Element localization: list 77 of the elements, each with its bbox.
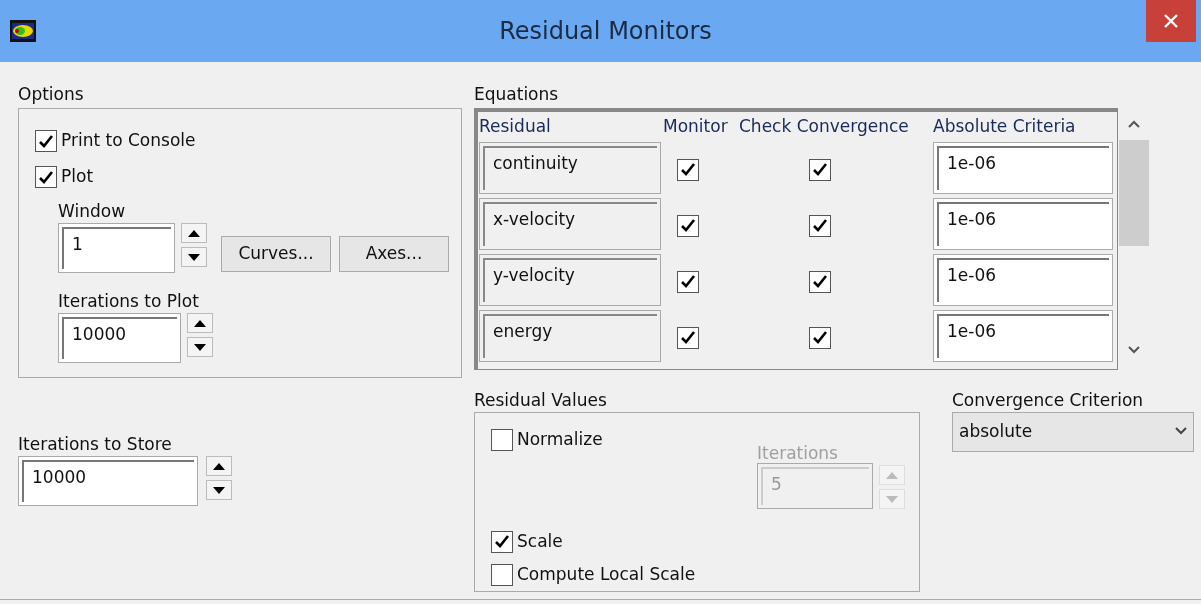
field-label: Iterations [757, 442, 839, 463]
input-field[interactable]: 1e-06 [933, 142, 1113, 194]
triangle-down-icon [886, 495, 898, 503]
field-label: Iterations to Store [18, 433, 173, 456]
axes-button[interactable]: Axes... [339, 236, 449, 272]
spin-up-button[interactable] [181, 223, 207, 243]
chevron-down-icon [1175, 427, 1187, 435]
checkbox-label: Scale [517, 529, 563, 553]
residual-cell: continuity [479, 142, 661, 194]
section-label: Equations [474, 83, 560, 106]
input-field[interactable]: 1 [58, 223, 175, 273]
checkmark-icon [813, 219, 827, 232]
checkbox[interactable] [677, 270, 699, 293]
triangle-down-icon [194, 343, 206, 351]
checkmark-icon [681, 163, 695, 176]
triangle-up-icon [188, 229, 200, 237]
field-label: Window [58, 200, 127, 223]
window-title: Residual Monitors [499, 16, 713, 47]
triangle-up-icon [194, 319, 206, 327]
checkbox-label: Plot [61, 165, 94, 189]
close-icon [1164, 14, 1178, 28]
spin-up-button[interactable] [187, 313, 213, 333]
dropdown[interactable]: absolute [952, 412, 1194, 452]
checkmark-icon [681, 219, 695, 232]
checkbox[interactable] [677, 326, 699, 349]
checkbox[interactable] [677, 158, 699, 181]
checkbox[interactable] [491, 563, 513, 586]
residual-cell: x-velocity [479, 198, 661, 250]
triangle-up-icon [213, 462, 225, 470]
column-header: Check Convergence [739, 115, 910, 139]
checkbox[interactable] [809, 326, 831, 349]
checkbox[interactable] [677, 214, 699, 237]
app-icon [10, 20, 36, 42]
input-field[interactable]: 1e-06 [933, 310, 1113, 362]
spin-down-button[interactable] [187, 337, 213, 357]
input-field[interactable]: 10000 [18, 456, 198, 506]
checkmark-icon [495, 535, 509, 549]
checkmark-icon [813, 163, 827, 176]
spin-down-button[interactable] [181, 247, 207, 267]
column-header: Absolute Criteria [933, 115, 1077, 139]
checkbox[interactable] [35, 130, 57, 152]
checkbox-label: Print to Console [61, 129, 196, 153]
curves-button[interactable]: Curves... [221, 236, 331, 272]
residual-cell: energy [479, 310, 661, 362]
column-header: Monitor [663, 115, 729, 139]
column-header: Residual [479, 115, 552, 139]
checkmark-icon [813, 275, 827, 288]
input-field[interactable]: 10000 [58, 313, 181, 363]
spin-up-button[interactable] [206, 456, 232, 476]
section-label: Residual Values [474, 389, 608, 412]
checkmark-icon [39, 170, 53, 184]
close-button[interactable] [1146, 0, 1196, 42]
triangle-down-icon [213, 486, 225, 494]
checkbox-label: Compute Local Scale [517, 562, 696, 586]
checkbox-label: Normalize [517, 428, 603, 452]
checkmark-icon [39, 134, 53, 148]
scrollbar-thumb[interactable] [1119, 140, 1149, 246]
section-label: Options [18, 83, 85, 106]
input-field[interactable]: 1e-06 [933, 254, 1113, 306]
triangle-up-icon [886, 471, 898, 479]
checkmark-icon [813, 331, 827, 344]
scroll-down-icon[interactable] [1128, 346, 1140, 354]
checkbox[interactable] [809, 158, 831, 181]
checkbox[interactable] [809, 270, 831, 293]
checkbox[interactable] [35, 166, 57, 188]
field-label: Convergence Criterion [952, 389, 1145, 412]
checkmark-icon [681, 275, 695, 288]
input-field[interactable]: 1e-06 [933, 198, 1113, 250]
checkbox[interactable] [809, 214, 831, 237]
triangle-down-icon [188, 253, 200, 261]
checkmark-icon [681, 331, 695, 344]
residual-cell: y-velocity [479, 254, 661, 306]
field-label: Iterations to Plot [58, 290, 200, 313]
checkbox[interactable] [491, 429, 513, 451]
scroll-up-icon[interactable] [1128, 120, 1140, 128]
checkbox[interactable] [491, 530, 513, 553]
spin-down-button[interactable] [206, 480, 232, 500]
